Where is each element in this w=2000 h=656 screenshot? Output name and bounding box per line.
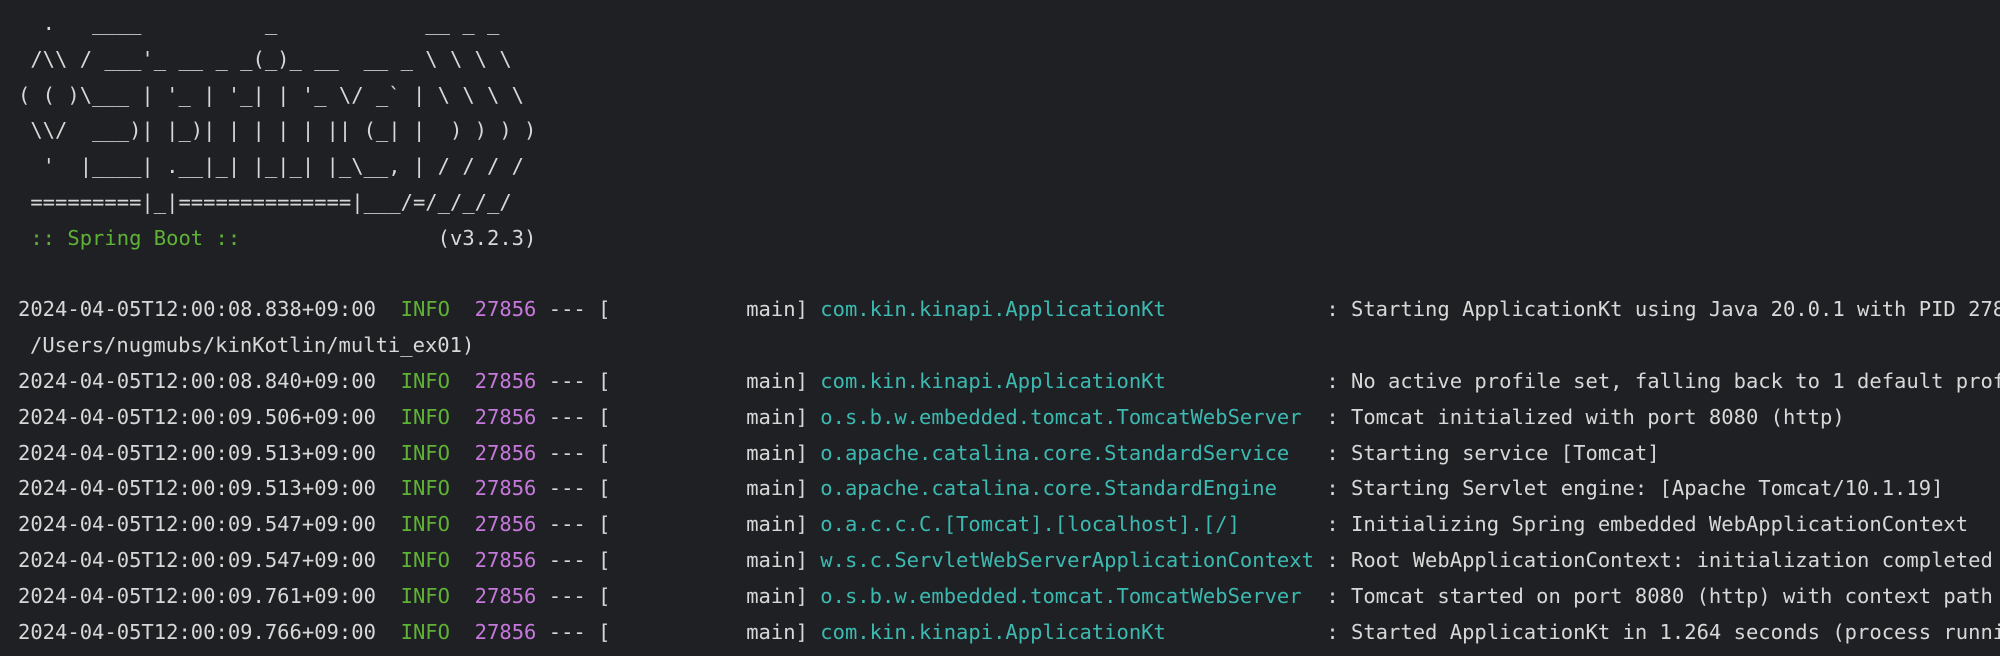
log-separator: --- <box>548 619 586 644</box>
log-separator: --- <box>548 583 586 608</box>
log-separator: --- <box>548 440 586 465</box>
log-line: 2024-04-05T12:00:09.547+09:00 INFO 27856… <box>18 543 2000 579</box>
log-level: INFO <box>400 297 450 322</box>
log-output: 2024-04-05T12:00:08.838+09:00 INFO 27856… <box>18 292 2000 650</box>
log-timestamp: 2024-04-05T12:00:09.547+09:00 <box>18 512 376 537</box>
log-pid: 27856 <box>474 512 537 537</box>
log-logger: com.kin.kinapi.ApplicationKt <box>820 297 1314 322</box>
log-pid: 27856 <box>474 440 537 465</box>
log-pid: 27856 <box>474 404 537 429</box>
banner-line: ( ( )\___ | '_ | '_| | '_ \/ _` | \ \ \ … <box>18 82 525 107</box>
log-pid: 27856 <box>474 368 537 393</box>
log-logger: o.s.b.w.embedded.tomcat.TomcatWebServer <box>820 404 1314 429</box>
log-pid: 27856 <box>474 297 537 322</box>
banner-line: \\/ ___)| |_)| | | | | || (_| | ) ) ) ) <box>18 118 537 143</box>
log-level: INFO <box>400 547 450 572</box>
log-logger: o.apache.catalina.core.StandardEngine <box>820 476 1314 501</box>
log-separator: --- <box>548 297 586 322</box>
log-line: 2024-04-05T12:00:08.838+09:00 INFO 27856… <box>18 292 2000 328</box>
spring-boot-label: :: Spring Boot :: <box>18 225 253 250</box>
log-line: 2024-04-05T12:00:09.766+09:00 INFO 27856… <box>18 615 2000 651</box>
log-logger: o.a.c.c.C.[Tomcat].[localhost].[/] <box>820 512 1314 537</box>
log-message: : Tomcat started on port 8080 (http) wit… <box>1326 583 2000 608</box>
log-timestamp: 2024-04-05T12:00:09.547+09:00 <box>18 547 376 572</box>
log-thread: [ main] <box>598 440 808 465</box>
log-separator: --- <box>548 368 586 393</box>
log-level: INFO <box>400 440 450 465</box>
log-thread: [ main] <box>598 476 808 501</box>
log-level: INFO <box>400 476 450 501</box>
log-timestamp: 2024-04-05T12:00:08.838+09:00 <box>18 297 376 322</box>
log-thread: [ main] <box>598 619 808 644</box>
log-thread: [ main] <box>598 512 808 537</box>
log-line: 2024-04-05T12:00:08.840+09:00 INFO 27856… <box>18 364 2000 400</box>
log-level: INFO <box>400 619 450 644</box>
log-logger: w.s.c.ServletWebServerApplicationContext <box>820 547 1314 572</box>
log-message: : Started ApplicationKt in 1.264 seconds… <box>1326 619 2000 644</box>
log-logger: com.kin.kinapi.ApplicationKt <box>820 368 1314 393</box>
log-message: : Starting Servlet engine: [Apache Tomca… <box>1326 476 1944 501</box>
log-line: 2024-04-05T12:00:09.761+09:00 INFO 27856… <box>18 579 2000 615</box>
banner-line: ' |____| .__|_| |_|_| |_\__, | / / / / <box>18 154 525 179</box>
log-line: 2024-04-05T12:00:09.506+09:00 INFO 27856… <box>18 400 2000 436</box>
log-level: INFO <box>400 512 450 537</box>
banner-line: /\\ / ___'_ __ _ _(_)_ __ __ _ \ \ \ \ <box>18 46 512 71</box>
log-thread: [ main] <box>598 368 808 393</box>
log-timestamp: 2024-04-05T12:00:09.506+09:00 <box>18 404 376 429</box>
log-separator: --- <box>548 547 586 572</box>
log-timestamp: 2024-04-05T12:00:08.840+09:00 <box>18 368 376 393</box>
log-line: 2024-04-05T12:00:09.513+09:00 INFO 27856… <box>18 436 2000 472</box>
spring-banner: . ____ _ __ _ _ /\\ / ___'_ __ _ _(_)_ _… <box>18 6 2000 257</box>
log-line: 2024-04-05T12:00:09.547+09:00 INFO 27856… <box>18 507 2000 543</box>
log-level: INFO <box>400 368 450 393</box>
log-logger: o.s.b.w.embedded.tomcat.TomcatWebServer <box>820 583 1314 608</box>
log-message: : Initializing Spring embedded WebApplic… <box>1326 512 1969 537</box>
console-output[interactable]: . ____ _ __ _ _ /\\ / ___'_ __ _ _(_)_ _… <box>0 0 2000 656</box>
banner-line: =========|_|==============|___/=/_/_/_/ <box>18 189 512 214</box>
log-separator: --- <box>548 512 586 537</box>
log-timestamp: 2024-04-05T12:00:09.513+09:00 <box>18 476 376 501</box>
log-thread: [ main] <box>598 547 808 572</box>
log-timestamp: 2024-04-05T12:00:09.766+09:00 <box>18 619 376 644</box>
banner-line: . ____ _ __ _ _ <box>18 11 500 35</box>
log-logger: com.kin.kinapi.ApplicationKt <box>820 619 1314 644</box>
log-level: INFO <box>400 583 450 608</box>
spring-boot-version-line: :: Spring Boot :: (v3.2.3) <box>18 221 2000 257</box>
log-message: : Starting service [Tomcat] <box>1326 440 1660 465</box>
log-line: 2024-04-05T12:00:09.513+09:00 INFO 27856… <box>18 471 2000 507</box>
log-pid: 27856 <box>474 619 537 644</box>
log-message: : Tomcat initialized with port 8080 (htt… <box>1326 404 1845 429</box>
log-logger: o.apache.catalina.core.StandardService <box>820 440 1314 465</box>
log-timestamp: 2024-04-05T12:00:09.761+09:00 <box>18 583 376 608</box>
log-pid: 27856 <box>474 476 537 501</box>
log-level: INFO <box>400 404 450 429</box>
log-message: : Starting ApplicationKt using Java 20.0… <box>1326 297 2000 322</box>
log-message: : Root WebApplicationContext: initializa… <box>1326 547 1993 572</box>
log-separator: --- <box>548 476 586 501</box>
log-thread: [ main] <box>598 404 808 429</box>
log-thread: [ main] <box>598 583 808 608</box>
spring-boot-version: (v3.2.3) <box>252 225 537 250</box>
log-separator: --- <box>548 404 586 429</box>
log-timestamp: 2024-04-05T12:00:09.513+09:00 <box>18 440 376 465</box>
log-thread: [ main] <box>598 297 808 322</box>
log-message: : No active profile set, falling back to… <box>1326 368 2000 393</box>
log-pid: 27856 <box>474 547 537 572</box>
log-pid: 27856 <box>474 583 537 608</box>
log-line-continuation: /Users/nugmubs/kinKotlin/multi_ex01) <box>30 333 475 358</box>
